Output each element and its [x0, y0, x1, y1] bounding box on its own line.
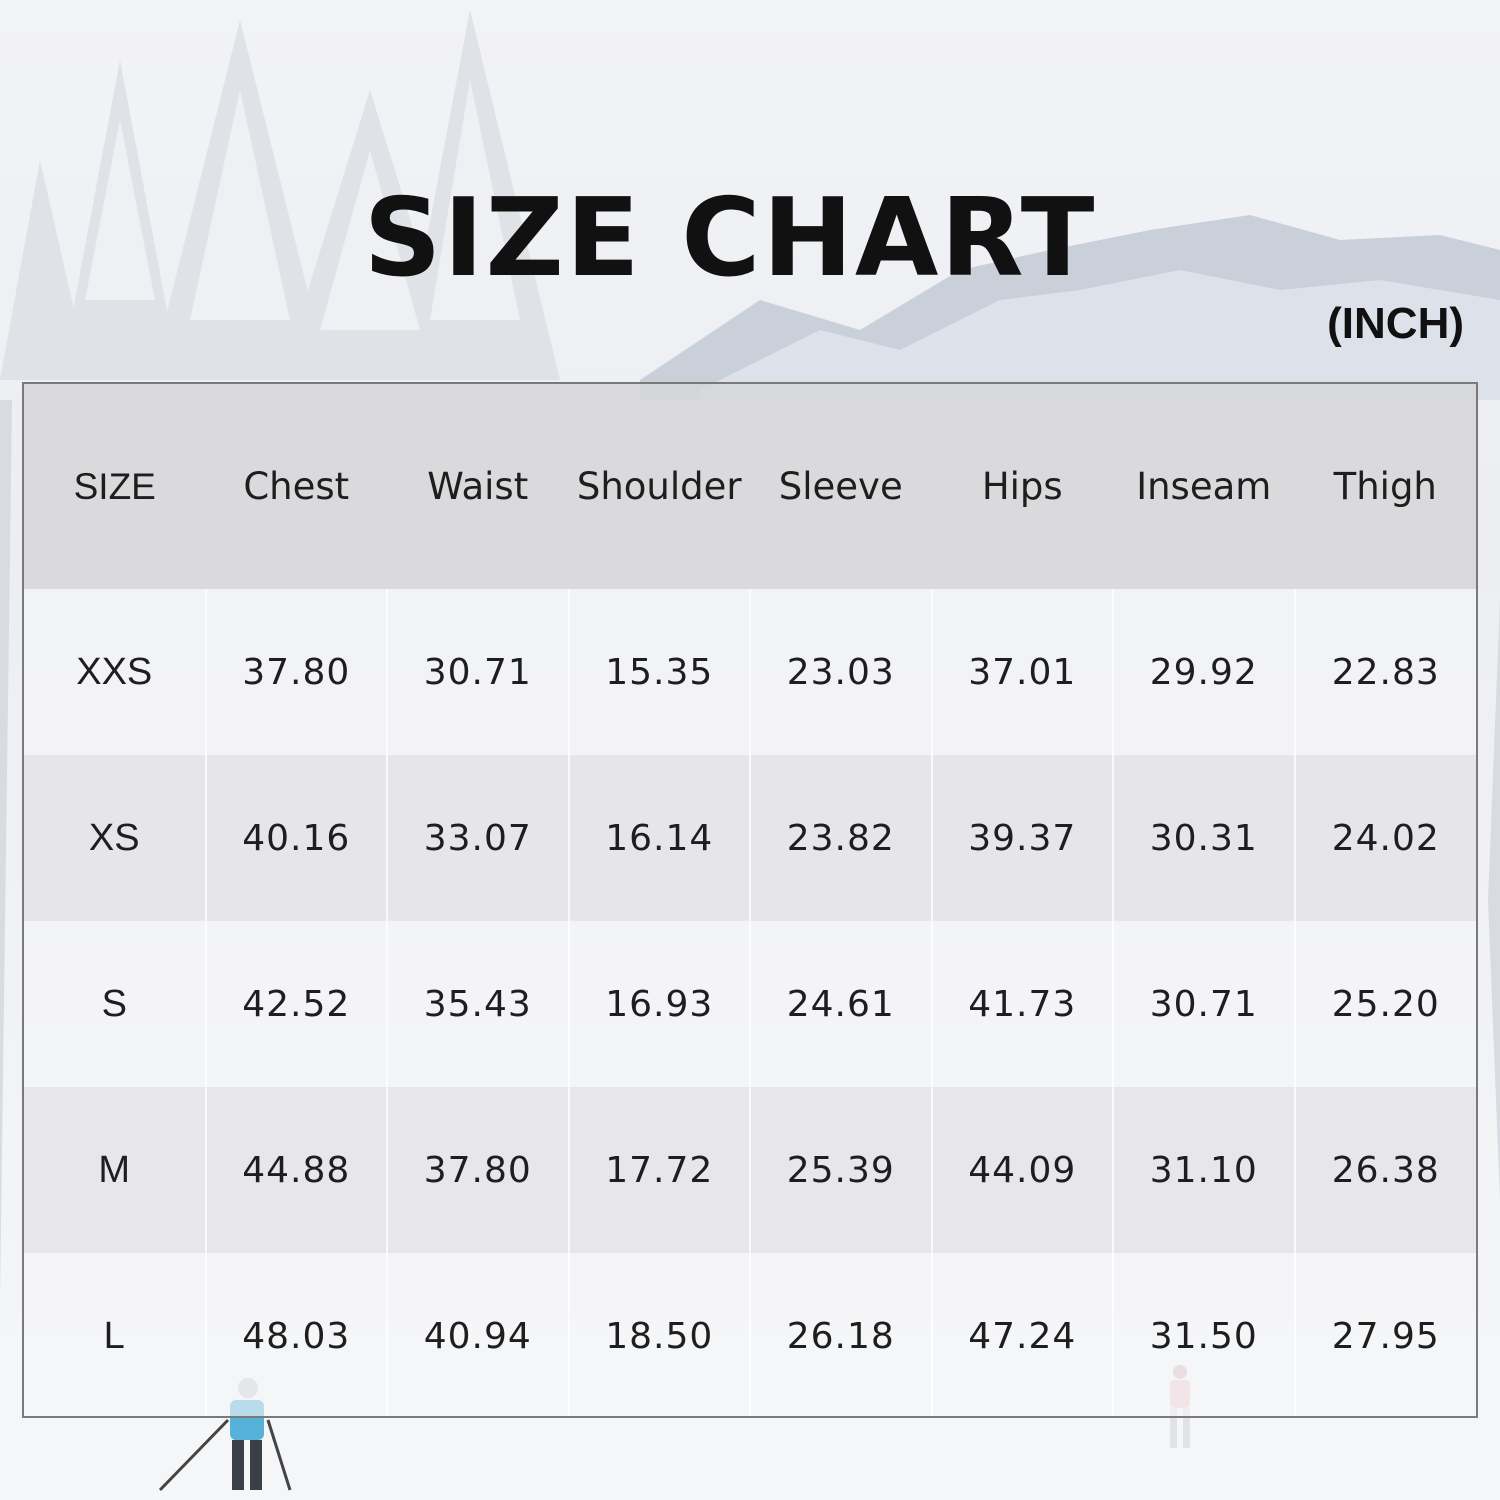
measurement-cell: 48.03: [204, 1253, 387, 1416]
measurement-cell: 37.80: [386, 1087, 569, 1253]
table-row: S 42.52 35.43 16.93 24.61 41.73 30.71 25.20: [24, 921, 1476, 1087]
measurement-cell: 44.09: [930, 1087, 1113, 1253]
table-header: SIZE Chest Waist Shoulder Sleeve Hips Inseam Th…: [24, 384, 1476, 589]
unit-label: (INCH): [1327, 299, 1464, 348]
measurement-cell: 26.38: [1293, 1087, 1476, 1253]
measurement-cell: 37.01: [930, 589, 1113, 755]
measurement-cell: 47.24: [930, 1253, 1113, 1416]
measurement-cell: 27.95: [1293, 1253, 1476, 1416]
measurement-cell: 31.10: [1112, 1087, 1295, 1253]
size-label-cell: L: [24, 1253, 206, 1416]
measurement-cell: 23.03: [749, 589, 932, 755]
measurement-cell: 24.02: [1293, 755, 1476, 921]
measurement-cell: 29.92: [1112, 589, 1295, 755]
header-row: SIZE Chest Waist Shoulder Sleeve Hips Inseam Th…: [24, 384, 1476, 589]
measurement-cell: 30.71: [386, 589, 569, 755]
chart-title: SIZE CHART: [363, 176, 1097, 301]
measurement-cell: 44.88: [204, 1087, 387, 1253]
measurement-cell: 16.93: [567, 921, 750, 1087]
measurement-cell: 40.16: [204, 755, 387, 921]
measurement-cell: 16.14: [567, 755, 750, 921]
size-label-cell: XXS: [24, 589, 206, 755]
size-label-cell: XS: [24, 755, 206, 921]
measurement-cell: 39.37: [930, 755, 1113, 921]
column-header-hips: Hips: [931, 384, 1113, 589]
table-body: XXS 37.80 30.71 15.35 23.03 37.01 29.92 22.83 XS…: [24, 589, 1476, 1416]
table-row: M 44.88 37.80 17.72 25.39 44.09 31.10 26.38: [24, 1087, 1476, 1253]
measurement-cell: 30.71: [1112, 921, 1295, 1087]
column-header-waist: Waist: [387, 384, 569, 589]
measurement-cell: 22.83: [1293, 589, 1476, 755]
size-table-frame: SIZE Chest Waist Shoulder Sleeve Hips Inseam Th…: [22, 382, 1478, 1418]
table-row: XS 40.16 33.07 16.14 23.82 39.37 30.31 24.02: [24, 755, 1476, 921]
table-row: XXS 37.80 30.71 15.35 23.03 37.01 29.92 22.83: [24, 589, 1476, 755]
measurement-cell: 33.07: [386, 755, 569, 921]
measurement-cell: 18.50: [567, 1253, 750, 1416]
measurement-cell: 15.35: [567, 589, 750, 755]
table-row: L 48.03 40.94 18.50 26.18 47.24 31.50 27.95: [24, 1253, 1476, 1416]
measurement-cell: 17.72: [567, 1087, 750, 1253]
size-label-cell: S: [24, 921, 206, 1087]
measurement-cell: 40.94: [386, 1253, 569, 1416]
measurement-cell: 35.43: [386, 921, 569, 1087]
measurement-cell: 37.80: [204, 589, 387, 755]
column-header-shoulder: Shoulder: [568, 384, 750, 589]
column-header-inseam: Inseam: [1113, 384, 1295, 589]
size-label-cell: M: [24, 1087, 206, 1253]
measurement-cell: 23.82: [749, 755, 932, 921]
column-header-sleeve: Sleeve: [750, 384, 932, 589]
size-table: SIZE Chest Waist Shoulder Sleeve Hips Inseam Th…: [24, 384, 1476, 1416]
measurement-cell: 30.31: [1112, 755, 1295, 921]
measurement-cell: 25.20: [1293, 921, 1476, 1087]
column-header-thigh: Thigh: [1294, 384, 1476, 589]
column-header-size: SIZE: [24, 384, 206, 589]
column-header-chest: Chest: [205, 384, 387, 589]
measurement-cell: 26.18: [749, 1253, 932, 1416]
measurement-cell: 31.50: [1112, 1253, 1295, 1416]
measurement-cell: 25.39: [749, 1087, 932, 1253]
measurement-cell: 24.61: [749, 921, 932, 1087]
measurement-cell: 41.73: [930, 921, 1113, 1087]
measurement-cell: 42.52: [204, 921, 387, 1087]
